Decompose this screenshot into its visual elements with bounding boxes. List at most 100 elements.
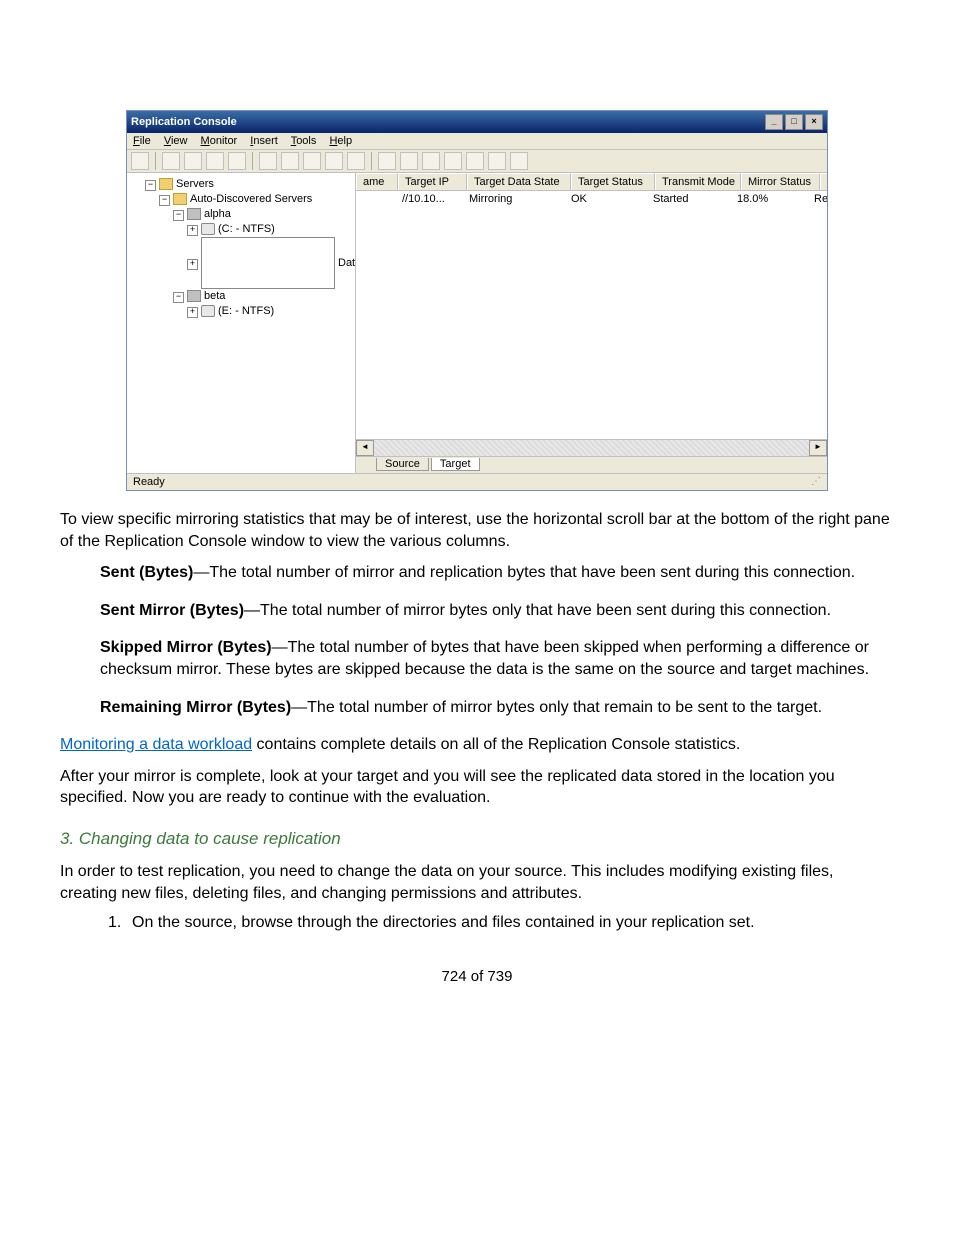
tab-target[interactable]: Target: [431, 458, 480, 471]
toolbar-icon[interactable]: [259, 152, 277, 170]
page-number: 724 of 739: [60, 968, 894, 985]
expand-icon[interactable]: +: [187, 225, 198, 236]
column-replication[interactable]: Replication: [820, 173, 827, 190]
ordered-list: 1. On the source, browse through the dir…: [60, 914, 894, 932]
definition-item: Remaining Mirror (Bytes)—The total numbe…: [100, 697, 894, 719]
scroll-left-button[interactable]: ◄: [356, 440, 374, 456]
list-number: 1.: [108, 914, 132, 932]
tree-node-alpha-c[interactable]: +(C: - NTFS): [187, 222, 351, 237]
definition-item: Sent (Bytes)—The total number of mirror …: [100, 562, 894, 584]
column-target-ip[interactable]: Target IP: [398, 173, 467, 190]
definition-item: Skipped Mirror (Bytes)—The total number …: [100, 637, 894, 680]
tree-node-beta-e[interactable]: +(E: - NTFS): [187, 304, 351, 319]
window-title: Replication Console: [131, 116, 237, 128]
expand-icon[interactable]: +: [187, 307, 198, 318]
maximize-button[interactable]: □: [785, 114, 803, 130]
menu-monitor[interactable]: Monitor: [201, 135, 238, 147]
expand-icon[interactable]: +: [187, 259, 198, 270]
tree-node-auto-discovered[interactable]: −Auto-Discovered Servers −alpha +(C: - N…: [159, 192, 351, 319]
menu-help[interactable]: Help: [329, 135, 352, 147]
window-controls: _ □ ×: [765, 114, 823, 130]
collapse-icon[interactable]: −: [159, 195, 170, 206]
cell-name: [356, 191, 396, 207]
bottom-tabs: Source Target: [356, 456, 827, 473]
folder-icon: [159, 178, 173, 190]
column-target-status[interactable]: Target Status: [571, 173, 655, 190]
definition: —The total number of mirror bytes only t…: [244, 602, 831, 619]
column-target-data-state[interactable]: Target Data State: [467, 173, 571, 190]
paragraph: Monitoring a data workload contains comp…: [60, 734, 894, 756]
document-body: To view specific mirroring statistics th…: [60, 509, 894, 985]
window-titlebar: Replication Console _ □ ×: [127, 111, 827, 133]
toolbar-icon[interactable]: [488, 152, 506, 170]
paragraph: After your mirror is complete, look at y…: [60, 766, 894, 809]
status-text: Ready: [133, 476, 165, 488]
menu-tools[interactable]: Tools: [291, 135, 317, 147]
server-icon: [187, 208, 201, 220]
toolbar-icon[interactable]: [184, 152, 202, 170]
menu-insert[interactable]: Insert: [250, 135, 278, 147]
replication-console-window: Replication Console _ □ × File View Moni…: [126, 110, 828, 491]
scroll-track[interactable]: [374, 440, 809, 456]
collapse-icon[interactable]: −: [173, 210, 184, 221]
server-icon: [187, 290, 201, 302]
tree-node-alpha-datafiles[interactable]: +DataFiles: [187, 237, 351, 289]
definitions-list: Sent (Bytes)—The total number of mirror …: [60, 562, 894, 718]
scroll-right-button[interactable]: ►: [809, 440, 827, 456]
definition: —The total number of mirror and replicat…: [193, 564, 855, 581]
cell-mirror-status: 18.0%: [731, 191, 808, 207]
cell-target-status: OK: [565, 191, 647, 207]
tree-node-servers[interactable]: −Servers −Auto-Discovered Servers −alpha…: [145, 177, 351, 319]
term: Sent Mirror (Bytes): [100, 602, 244, 619]
tree-node-alpha[interactable]: −alpha +(C: - NTFS) +DataFiles: [173, 207, 351, 289]
toolbar-icon[interactable]: [466, 152, 484, 170]
toolbar-icon[interactable]: [510, 152, 528, 170]
toolbar-icon[interactable]: [325, 152, 343, 170]
toolbar-icon[interactable]: [281, 152, 299, 170]
status-bar: Ready ⋰: [127, 473, 827, 490]
toolbar: [127, 150, 827, 173]
tree-node-beta[interactable]: −beta +(E: - NTFS): [173, 289, 351, 319]
folder-icon: [173, 193, 187, 205]
toolbar-icon[interactable]: [131, 152, 149, 170]
term: Skipped Mirror (Bytes): [100, 639, 272, 656]
toolbar-icon[interactable]: [378, 152, 396, 170]
toolbar-icon[interactable]: [228, 152, 246, 170]
menu-file[interactable]: File: [133, 135, 151, 147]
paragraph: In order to test replication, you need t…: [60, 861, 894, 904]
term: Sent (Bytes): [100, 564, 193, 581]
toolbar-icon[interactable]: [422, 152, 440, 170]
cell-replication: Ready: [808, 191, 827, 207]
definition: —The total number of mirror bytes only t…: [291, 699, 822, 716]
menu-view[interactable]: View: [164, 135, 188, 147]
horizontal-scrollbar[interactable]: ◄ ►: [356, 439, 827, 456]
paragraph: To view specific mirroring statistics th…: [60, 509, 894, 552]
tab-source[interactable]: Source: [376, 458, 429, 471]
close-button[interactable]: ×: [805, 114, 823, 130]
column-name[interactable]: ame: [356, 173, 398, 190]
collapse-icon[interactable]: −: [173, 292, 184, 303]
toolbar-icon[interactable]: [162, 152, 180, 170]
cell-transmit-mode: Started: [647, 191, 731, 207]
collapse-icon[interactable]: −: [145, 180, 156, 191]
toolbar-icon[interactable]: [444, 152, 462, 170]
column-mirror-status[interactable]: Mirror Status: [741, 173, 820, 190]
toolbar-icon[interactable]: [206, 152, 224, 170]
cell-target-ip: //10.10...: [396, 191, 463, 207]
disk-icon: [201, 305, 215, 317]
monitoring-link[interactable]: Monitoring a data workload: [60, 736, 252, 753]
column-transmit-mode[interactable]: Transmit Mode: [655, 173, 741, 190]
page-icon: [201, 237, 335, 289]
minimize-button[interactable]: _: [765, 114, 783, 130]
list-row[interactable]: //10.10... Mirroring OK Started 18.0% Re…: [356, 191, 827, 207]
definition-item: Sent Mirror (Bytes)—The total number of …: [100, 600, 894, 622]
toolbar-icon[interactable]: [400, 152, 418, 170]
toolbar-icon[interactable]: [303, 152, 321, 170]
menu-bar: File View Monitor Insert Tools Help: [127, 133, 827, 150]
list-body: //10.10... Mirroring OK Started 18.0% Re…: [356, 191, 827, 439]
toolbar-icon[interactable]: [347, 152, 365, 170]
section-heading: 3. Changing data to cause replication: [60, 829, 894, 849]
list-item: 1. On the source, browse through the dir…: [108, 914, 894, 932]
resize-grip-icon[interactable]: ⋰: [811, 476, 821, 488]
cell-target-data-state: Mirroring: [463, 191, 565, 207]
